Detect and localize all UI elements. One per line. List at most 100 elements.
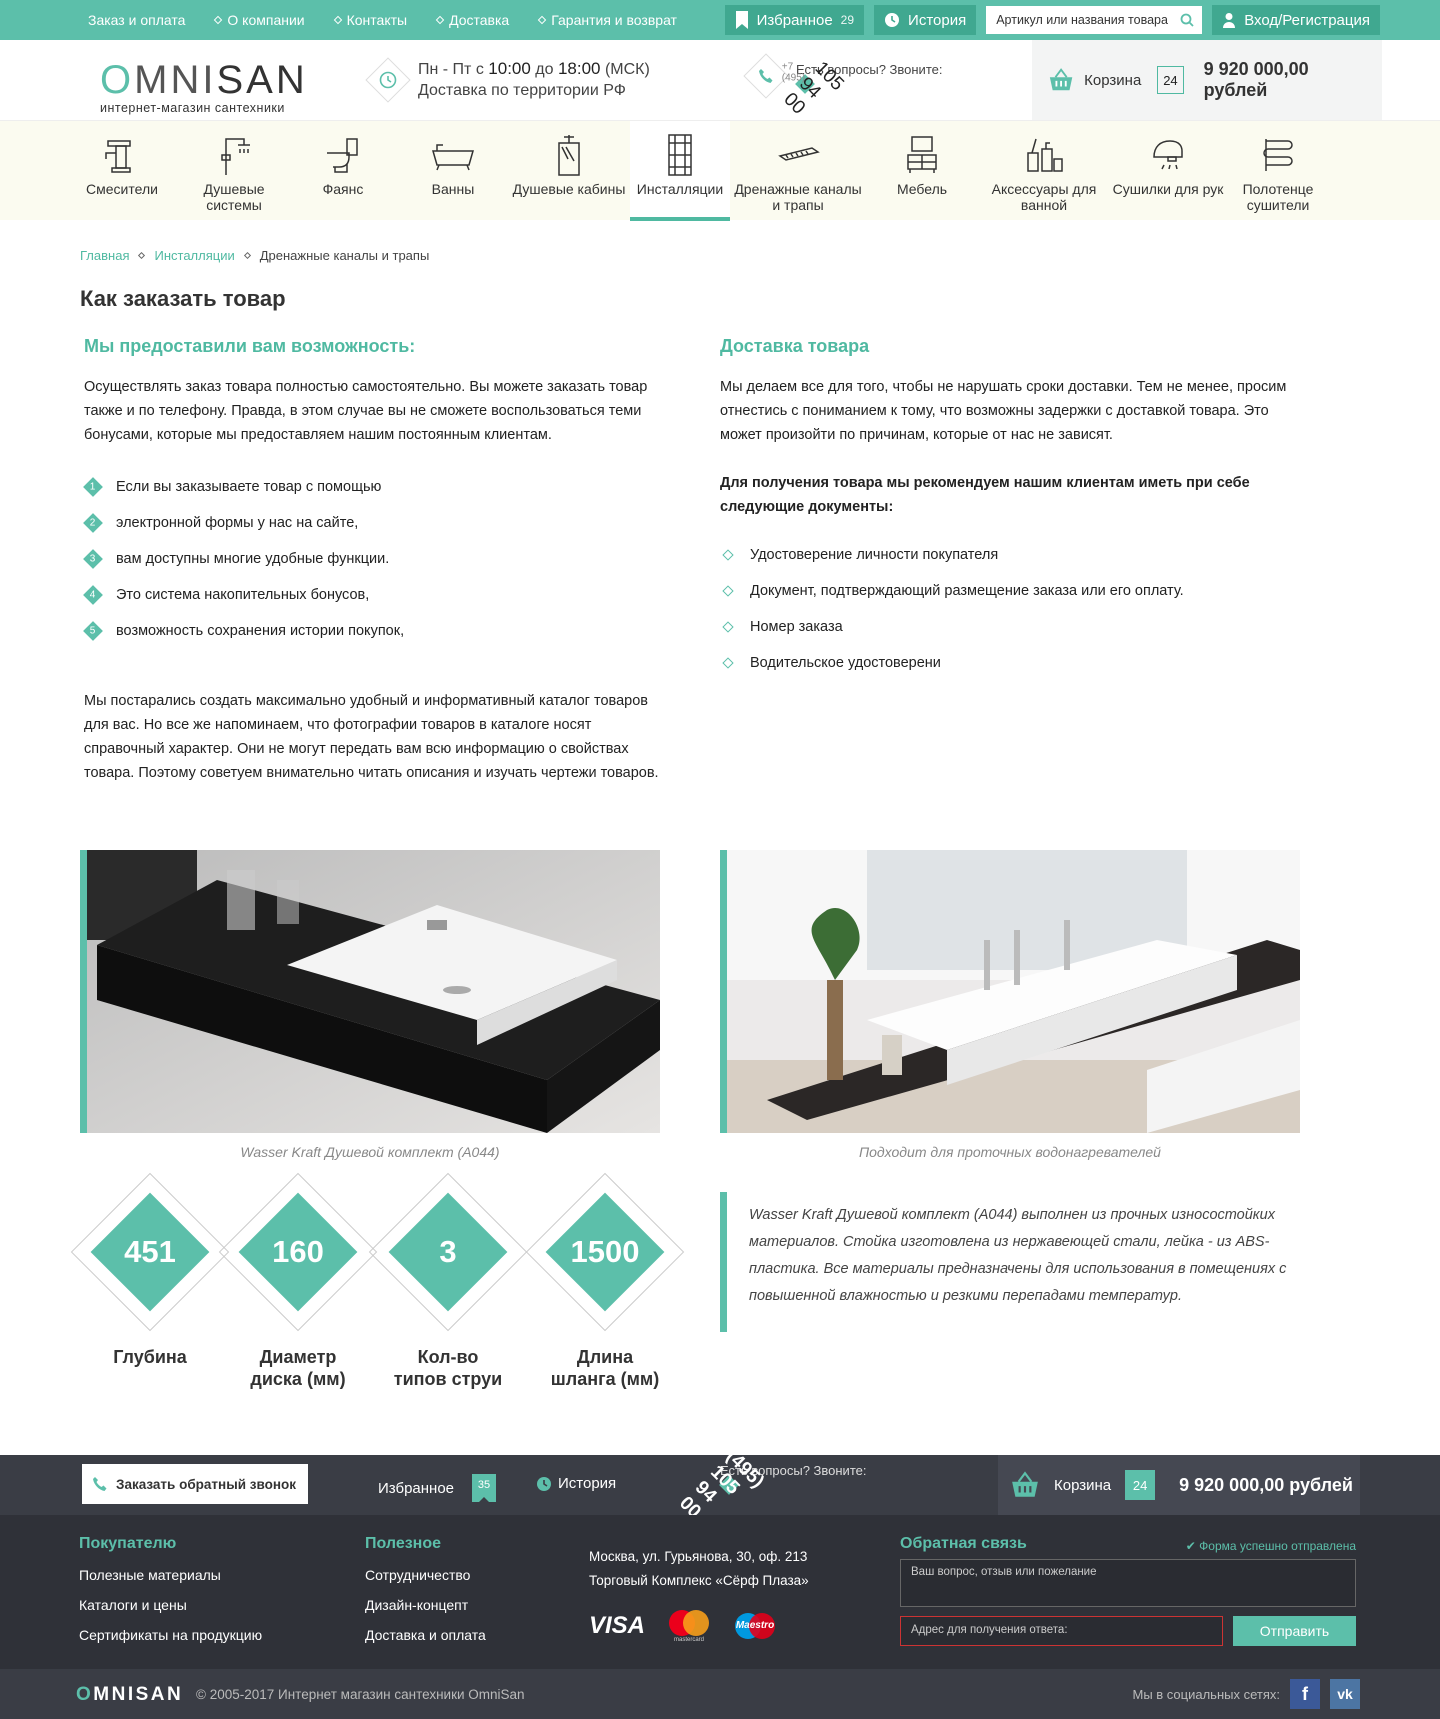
footer-phone-link[interactable]: +7 (495) 105 94 00	[675, 1430, 768, 1522]
installation-icon	[665, 133, 695, 177]
photo-caption-right: Подходит для проточных водонагревателей	[859, 1144, 1161, 1160]
list-item: Удостоверение личности покупателя	[720, 537, 1310, 573]
top-nav-link[interactable]: О компании	[214, 12, 305, 28]
footer-link[interactable]: Доставка и оплата	[365, 1623, 486, 1653]
callback-button[interactable]: Заказать обратный звонок	[82, 1464, 308, 1504]
category-ceramics[interactable]: Фаянс	[288, 121, 398, 221]
search-icon[interactable]	[1180, 13, 1194, 27]
footer-favorites[interactable]: Избранное 35	[378, 1474, 497, 1502]
top-nav-link[interactable]: Заказ и оплата	[88, 12, 185, 28]
footer-link[interactable]: Сертификаты на продукцию	[79, 1623, 262, 1653]
footer-logo[interactable]: OMNISAN	[76, 1684, 183, 1706]
top-nav: Заказ и оплата О компании Контакты Доста…	[88, 12, 725, 28]
page-title: Как заказать товар	[80, 286, 286, 311]
feedback-textarea[interactable]: Ваш вопрос, отзыв или пожелание	[900, 1559, 1356, 1607]
header-phone: Есть вопросы? Звоните: +7 (495) 105 94 0…	[743, 53, 942, 118]
number-badge: 1	[83, 477, 103, 497]
towel-dryer-icon	[1260, 133, 1296, 177]
left-heading: Мы предоставили вам возможность:	[84, 336, 416, 356]
numbered-list: 1 Если вы заказываете товар с помощью 2 эл…	[83, 469, 674, 649]
footer-history[interactable]: История	[536, 1475, 616, 1492]
login-button[interactable]: Вход/Регистрация	[1212, 5, 1380, 35]
bookmark-icon	[735, 11, 748, 29]
phone-link[interactable]: +7 (495) 105 94 00	[779, 57, 847, 118]
history-button[interactable]: История	[874, 5, 977, 35]
send-button[interactable]: Отправить	[1233, 1616, 1356, 1646]
breadcrumb-current: Дренажные каналы и трапы	[259, 248, 430, 263]
number-badge: 3	[83, 549, 103, 569]
payment-methods: VISA mastercard Maestro	[589, 1609, 777, 1643]
category-bar: Смесители Душевые системы Фаянс Ванны Ду…	[0, 120, 1440, 221]
phone-icon	[93, 1477, 107, 1491]
list-item: 3 вам доступны многие удобные функции.	[83, 541, 674, 577]
left-intro: Осуществлять заказ товара полностью само…	[84, 379, 648, 443]
category-towel-dryers[interactable]: Полотенце сушители	[1226, 121, 1330, 221]
drain-icon	[776, 133, 820, 177]
diamond-icon	[138, 251, 146, 260]
footer-link[interactable]: Сотрудничество	[365, 1563, 486, 1593]
breadcrumb-home[interactable]: Главная	[80, 248, 129, 263]
accessories-icon	[1024, 133, 1064, 177]
search-input[interactable]: Артикул или названия товара	[986, 6, 1203, 34]
form-success-message: ✔ Форма успешно отправлена	[1185, 1539, 1356, 1553]
diamond-bullet-icon	[722, 585, 734, 597]
diamond-bullet-icon	[722, 549, 734, 561]
footer-link[interactable]: Дизайн-концепт	[365, 1593, 486, 1623]
stat-jet-types: 3 Кол-во типов струи	[368, 1172, 528, 1390]
number-badge: 5	[83, 621, 103, 641]
top-nav-link[interactable]: Доставка	[435, 12, 509, 28]
top-nav-link[interactable]: Гарантия и возврат	[537, 12, 677, 28]
documents-list: Удостоверение личности покупателя Докуме…	[720, 537, 1310, 681]
breadcrumb-section[interactable]: Инсталляции	[154, 248, 234, 263]
favorites-button[interactable]: Избранное 29	[724, 5, 865, 35]
list-item: 2 электронной формы у нас на сайте,	[83, 505, 674, 541]
list-item: 1 Если вы заказываете товар с помощью	[83, 469, 674, 505]
cart-button[interactable]: Корзина 24 9 920 000,00 рублей	[1032, 40, 1382, 120]
category-hand-dryers[interactable]: Сушилки для рук	[1110, 121, 1226, 221]
diamond-icon	[243, 251, 251, 260]
mastercard-icon: mastercard	[667, 1609, 711, 1643]
top-nav-link[interactable]: Контакты	[333, 12, 407, 28]
category-installations[interactable]: Инсталляции	[630, 121, 730, 221]
category-bathtubs[interactable]: Ванны	[398, 121, 508, 221]
left-column: Мы предоставили вам возможность: Осущест…	[83, 336, 674, 785]
category-drains[interactable]: Дренажные каналы и трапы	[730, 121, 866, 221]
diamond-icon	[214, 15, 223, 25]
diamond-icon	[435, 15, 445, 25]
product-photo-right	[720, 850, 1300, 1133]
basket-icon	[1049, 68, 1073, 91]
favorites-count-badge: 35	[472, 1474, 497, 1502]
basket-icon	[1012, 1471, 1038, 1497]
footer-link[interactable]: Полезные материалы	[79, 1563, 262, 1593]
vk-icon[interactable]: vk	[1330, 1679, 1360, 1709]
footer-link[interactable]: Каталоги и цены	[79, 1593, 262, 1623]
category-shower-cabins[interactable]: Душевые кабины	[508, 121, 630, 221]
maestro-icon: Maestro	[733, 1612, 777, 1640]
right-heading: Доставка товара	[720, 336, 870, 356]
category-furniture[interactable]: Мебель	[866, 121, 978, 221]
logo[interactable]: OMNISAN интернет-магазин сантехники	[100, 60, 308, 115]
reply-address-input[interactable]: Адрес для получения ответа:	[900, 1616, 1223, 1646]
category-shower-systems[interactable]: Душевые системы	[180, 121, 288, 221]
category-faucets[interactable]: Смесители	[64, 121, 180, 221]
work-hours: Пн - Пт с 10:00 до 18:00 (МСК) Доставка …	[365, 56, 650, 103]
check-icon: ✔	[1185, 1539, 1200, 1553]
list-item: Водительское удостоверени	[720, 645, 1310, 681]
user-icon	[1223, 13, 1236, 28]
social-links: Мы в социальных сетях: f vk	[1132, 1679, 1360, 1709]
footer-cart[interactable]: Корзина 24 9 920 000,00 рублей	[998, 1455, 1360, 1515]
facebook-icon[interactable]: f	[1290, 1679, 1320, 1709]
list-item: 5 возможность сохранения истории покупок,	[83, 613, 674, 649]
clock-icon	[537, 1476, 551, 1491]
shower-system-icon	[214, 133, 254, 177]
left-outro: Мы постарались создать максимально удобн…	[84, 693, 659, 781]
header: OMNISAN интернет-магазин сантехники Пн -…	[0, 40, 1440, 120]
photo-caption-left: Wasser Kraft Душевой комплект (А044)	[240, 1144, 500, 1160]
category-accessories[interactable]: Аксессуары для ванной	[978, 121, 1110, 221]
feedback-form: Обратная связь ✔ Форма успешно отправлен…	[900, 1535, 1356, 1646]
footer-bottom: OMNISAN © 2005-2017 Интернет магазин сан…	[0, 1669, 1440, 1719]
furniture-icon	[904, 133, 940, 177]
clock-icon	[365, 56, 411, 103]
clock-icon	[885, 13, 900, 27]
cart-count-badge: 24	[1125, 1470, 1156, 1500]
